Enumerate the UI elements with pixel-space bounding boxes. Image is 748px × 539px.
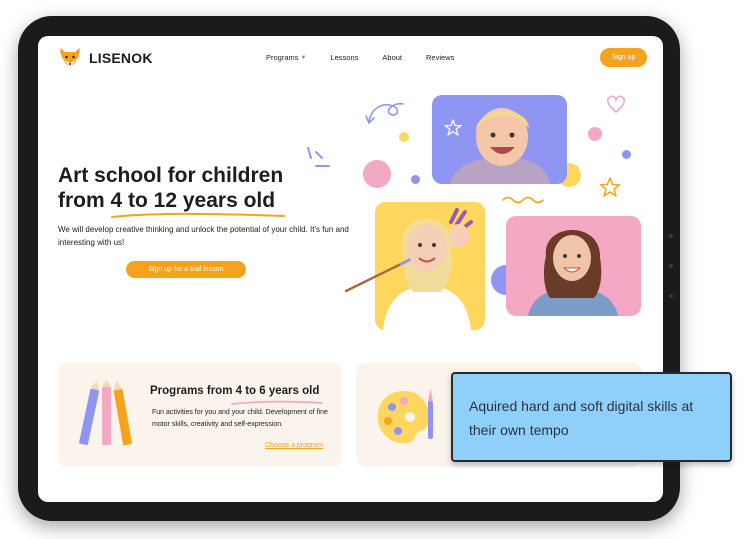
- hero-title: Art school for children from 4 to 12 yea…: [58, 163, 283, 213]
- underline-squiggle: [231, 400, 323, 405]
- hero-title-line2: from 4 to 12 years old: [58, 188, 283, 213]
- star-outline-icon: [444, 119, 462, 136]
- nav-label: Lessons: [330, 53, 359, 62]
- feature-callout: Aquired hard and soft digital skills at …: [451, 372, 732, 462]
- yellow-dot: [399, 132, 409, 142]
- underline-squiggle: [111, 212, 285, 218]
- hero-title-highlight: 4 to 12 years old: [110, 189, 276, 212]
- choose-program-link[interactable]: Choose a program: [265, 442, 323, 449]
- card-title: Programs from 4 to 6 years old: [150, 385, 319, 397]
- nav-item-about[interactable]: About: [382, 53, 402, 62]
- card-title-highlight: 4 to 6 years old: [235, 385, 320, 397]
- palette-icon: [377, 389, 433, 444]
- card-title-prefix: Programs from: [150, 385, 236, 397]
- hero-title-prefix: from: [58, 189, 111, 212]
- paintbrush-icon: [344, 258, 411, 293]
- nav-item-programs[interactable]: Programs ▼: [266, 53, 306, 62]
- star-icon: [599, 177, 621, 197]
- nav-item-lessons[interactable]: Lessons: [330, 53, 358, 62]
- heart-icon: [606, 95, 626, 114]
- lavender-dot: [622, 150, 631, 159]
- hero-description: We will develop creative thinking and un…: [58, 225, 349, 247]
- signup-button[interactable]: Sign up: [600, 48, 647, 67]
- photo-boy: [432, 95, 567, 184]
- wave-line-icon: [502, 196, 544, 204]
- nav-label: About: [382, 53, 403, 62]
- chevron-down-icon: ▼: [300, 54, 307, 61]
- photo-girl-denim: [506, 216, 641, 316]
- side-dot: [669, 294, 673, 298]
- hero-title-line1: Art school for children: [58, 164, 284, 187]
- swirl-arrow-icon: [365, 102, 404, 125]
- card-description: Fun activities for you and your child. D…: [152, 409, 328, 428]
- brand-logo[interactable]: LISENOK: [58, 48, 153, 68]
- program-card[interactable]: Programs from 4 to 6 years old Fun activ…: [58, 363, 342, 467]
- nav-label: Programs: [266, 53, 299, 62]
- callout-text: Aquired hard and soft digital skills at …: [469, 398, 694, 438]
- sparkle-lines-icon: [307, 147, 330, 167]
- trial-lesson-button[interactable]: Sign up for a trial lesson: [126, 261, 246, 278]
- pink-circle: [363, 160, 391, 188]
- child-photo: [450, 108, 550, 184]
- fox-icon: [60, 48, 80, 67]
- lavender-dot: [411, 175, 420, 184]
- pink-dot: [588, 127, 602, 141]
- side-dot: [669, 264, 673, 268]
- nav-item-reviews[interactable]: Reviews: [426, 53, 454, 62]
- pencils-icon: [79, 379, 133, 446]
- main-nav: Programs ▼ Lessons About Reviews: [266, 53, 478, 62]
- brand-name: LISENOK: [89, 50, 153, 66]
- child-photo: [528, 230, 618, 316]
- side-dot: [669, 234, 673, 238]
- nav-label: Reviews: [426, 53, 455, 62]
